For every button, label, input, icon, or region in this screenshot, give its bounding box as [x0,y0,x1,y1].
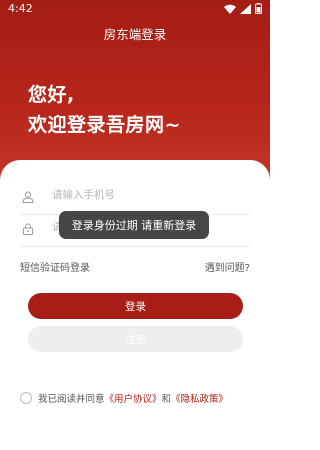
register-button[interactable]: 注册 [28,326,243,352]
status-time: 4:42 [8,2,33,15]
greeting-line-1: 您好, [28,84,75,106]
session-expired-toast: 登录身份过期 请重新登录 [59,211,209,239]
status-icons [224,3,262,14]
lock-icon [23,223,33,235]
phone-field [20,181,250,215]
sms-login-link[interactable]: 短信验证码登录 [20,259,90,274]
status-bar: 4:42 [0,0,270,18]
wifi-icon [224,4,236,14]
phone-input[interactable] [52,189,242,201]
agreement-and: 和 [161,394,172,405]
agreement-prefix: 我已阅读并同意 [38,394,105,405]
battery-icon [255,3,262,14]
greeting-line-2: 欢迎登录吾房网~ [28,114,181,136]
login-button[interactable]: 登录 [28,293,243,319]
signal-icon [240,3,251,14]
user-icon [22,191,34,203]
agreement-row: 我已阅读并同意 《用户协议》 和 《隐私政策》 [20,391,228,405]
page-title: 房东端登录 [103,27,167,42]
privacy-policy-link[interactable]: 《隐私政策》 [171,391,228,405]
user-agreement-link[interactable]: 《用户协议》 [105,391,162,405]
problem-link[interactable]: 遇到问题? [205,259,250,274]
agreement-checkbox[interactable] [20,392,32,404]
